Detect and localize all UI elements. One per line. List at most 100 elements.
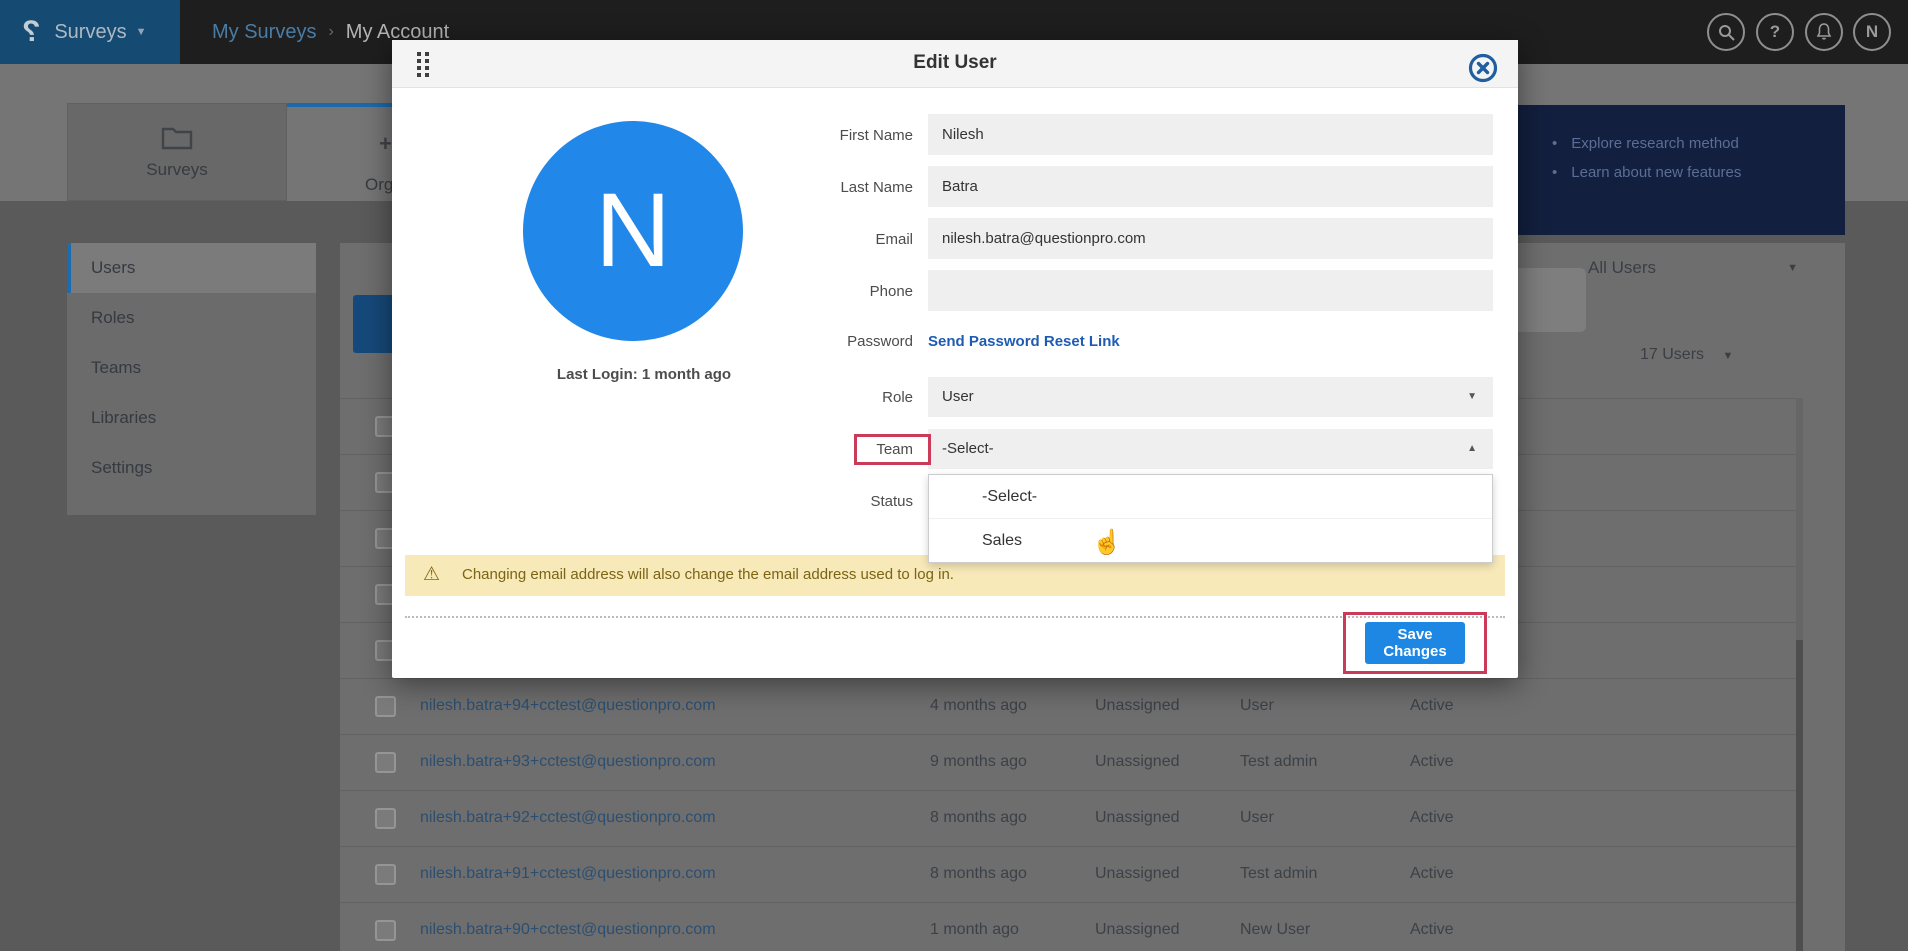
chevron-down-icon: ▼: [1787, 262, 1798, 274]
promo-bullet[interactable]: •Learn about new features: [1552, 164, 1845, 181]
product-switcher[interactable]: ? Surveys ▼: [0, 0, 180, 64]
save-changes-button[interactable]: Save Changes: [1365, 622, 1465, 664]
screen: ? Surveys ▼ My Surveys › My Account ? N …: [0, 0, 1908, 951]
chevron-up-icon: ▲: [1467, 429, 1477, 469]
user-email-link[interactable]: nilesh.batra+93+cctest@questionpro.com: [420, 753, 716, 771]
whats-new-panel: •Explore research method •Learn about ne…: [1518, 105, 1845, 235]
organization-icon: +: [379, 131, 392, 157]
user-count-dropdown[interactable]: 17 Users ▼: [1640, 346, 1733, 364]
status-cell: Active: [1410, 809, 1454, 827]
last-login-cell: 8 months ago: [930, 865, 1027, 883]
questionpro-logo-icon: ?: [22, 15, 40, 49]
footer-divider: [405, 616, 1505, 618]
password-label: Password: [692, 333, 913, 350]
user-email-link[interactable]: nilesh.batra+91+cctest@questionpro.com: [420, 865, 716, 883]
close-icon[interactable]: [1468, 53, 1498, 83]
user-filter-dropdown[interactable]: All Users ▼: [1588, 258, 1798, 288]
status-cell: Active: [1410, 865, 1454, 883]
sidebar-item-teams[interactable]: Teams: [67, 343, 316, 393]
row-checkbox[interactable]: [375, 920, 396, 941]
status-cell: Active: [1410, 697, 1454, 715]
search-icon[interactable]: [1707, 13, 1745, 51]
breadcrumb-separator-icon: ›: [328, 23, 333, 41]
table-row: nilesh.batra+94+cctest@questionpro.com 4…: [340, 678, 1800, 734]
promo-bullet[interactable]: •Explore research method: [1552, 135, 1845, 152]
scrollbar-thumb[interactable]: [1796, 640, 1803, 951]
edit-user-modal: Edit User N Last Login: 1 month ago Firs…: [392, 40, 1518, 678]
email-field[interactable]: [928, 218, 1493, 259]
user-search-input[interactable]: [1512, 268, 1586, 332]
team-cell: Unassigned: [1095, 865, 1180, 883]
role-select[interactable]: User ▼: [928, 377, 1493, 417]
team-cell: Unassigned: [1095, 697, 1180, 715]
breadcrumb-my-surveys[interactable]: My Surveys: [212, 21, 316, 44]
user-filter-value: All Users: [1588, 258, 1656, 277]
help-icon[interactable]: ?: [1756, 13, 1794, 51]
row-checkbox[interactable]: [375, 864, 396, 885]
folder-icon: [161, 124, 193, 150]
team-option-sales[interactable]: Sales: [929, 519, 1492, 563]
phone-field[interactable]: [928, 270, 1493, 311]
table-row: nilesh.batra+92+cctest@questionpro.com 8…: [340, 790, 1800, 846]
first-name-field[interactable]: [928, 114, 1493, 155]
table-row: nilesh.batra+90+cctest@questionpro.com 1…: [340, 902, 1800, 951]
email-label: Email: [692, 231, 913, 248]
role-cell: User: [1240, 697, 1274, 715]
team-dropdown-panel: -Select- Sales: [928, 474, 1493, 563]
role-label: Role: [692, 389, 913, 406]
bullet-icon: •: [1552, 135, 1557, 152]
last-login-cell: 8 months ago: [930, 809, 1027, 827]
product-name[interactable]: Surveys: [54, 21, 126, 44]
team-option-select[interactable]: -Select-: [929, 475, 1492, 519]
chevron-down-icon: ▼: [1467, 377, 1477, 417]
sidebar-item-users[interactable]: Users: [67, 243, 316, 293]
bullet-icon: •: [1552, 164, 1557, 181]
last-login-cell: 9 months ago: [930, 753, 1027, 771]
last-login-cell: 4 months ago: [930, 697, 1027, 715]
tab-surveys[interactable]: Surveys: [67, 103, 287, 201]
role-cell: Test admin: [1240, 753, 1317, 771]
status-cell: Active: [1410, 753, 1454, 771]
hand-cursor-icon: ☝: [1092, 528, 1122, 557]
last-name-field[interactable]: [928, 166, 1493, 207]
team-cell: Unassigned: [1095, 809, 1180, 827]
user-avatar-menu[interactable]: N: [1853, 13, 1891, 51]
row-checkbox[interactable]: [375, 808, 396, 829]
team-cell: Unassigned: [1095, 921, 1180, 939]
sidebar-item-roles[interactable]: Roles: [67, 293, 316, 343]
sidebar-item-settings[interactable]: Settings: [67, 443, 316, 493]
first-name-label: First Name: [692, 127, 913, 144]
table-row: nilesh.batra+91+cctest@questionpro.com 8…: [340, 846, 1800, 902]
last-name-label: Last Name: [692, 179, 913, 196]
row-checkbox[interactable]: [375, 752, 396, 773]
tab-surveys-label: Surveys: [146, 160, 207, 180]
status-cell: Active: [1410, 921, 1454, 939]
modal-header: Edit User: [392, 40, 1518, 88]
user-email-link[interactable]: nilesh.batra+92+cctest@questionpro.com: [420, 809, 716, 827]
role-cell: Test admin: [1240, 865, 1317, 883]
user-email-link[interactable]: nilesh.batra+90+cctest@questionpro.com: [420, 921, 716, 939]
last-login-text: Last Login: 1 month ago: [494, 366, 794, 383]
warning-text: Changing email address will also change …: [462, 566, 954, 583]
status-label: Status: [692, 493, 913, 510]
last-login-cell: 1 month ago: [930, 921, 1019, 939]
table-row: nilesh.batra+93+cctest@questionpro.com 9…: [340, 734, 1800, 790]
send-password-reset-link[interactable]: Send Password Reset Link: [928, 333, 1120, 350]
team-select[interactable]: -Select- ▲: [928, 429, 1493, 469]
chevron-down-icon: ▼: [1722, 350, 1733, 362]
phone-label: Phone: [692, 283, 913, 300]
notifications-bell-icon[interactable]: [1805, 13, 1843, 51]
table-scrollbar[interactable]: [1796, 398, 1803, 951]
chevron-down-icon: ▼: [136, 26, 147, 38]
row-checkbox[interactable]: [375, 696, 396, 717]
modal-title: Edit User: [392, 52, 1518, 74]
account-sidebar: Users Roles Teams Libraries Settings: [67, 243, 316, 515]
user-count-label: 17 Users: [1640, 346, 1704, 363]
user-email-link[interactable]: nilesh.batra+94+cctest@questionpro.com: [420, 697, 716, 715]
sidebar-item-libraries[interactable]: Libraries: [67, 393, 316, 443]
warning-triangle-icon: ⚠: [423, 563, 440, 586]
role-cell: New User: [1240, 921, 1310, 939]
role-cell: User: [1240, 809, 1274, 827]
team-label-annotation-box: [854, 434, 931, 465]
team-cell: Unassigned: [1095, 753, 1180, 771]
